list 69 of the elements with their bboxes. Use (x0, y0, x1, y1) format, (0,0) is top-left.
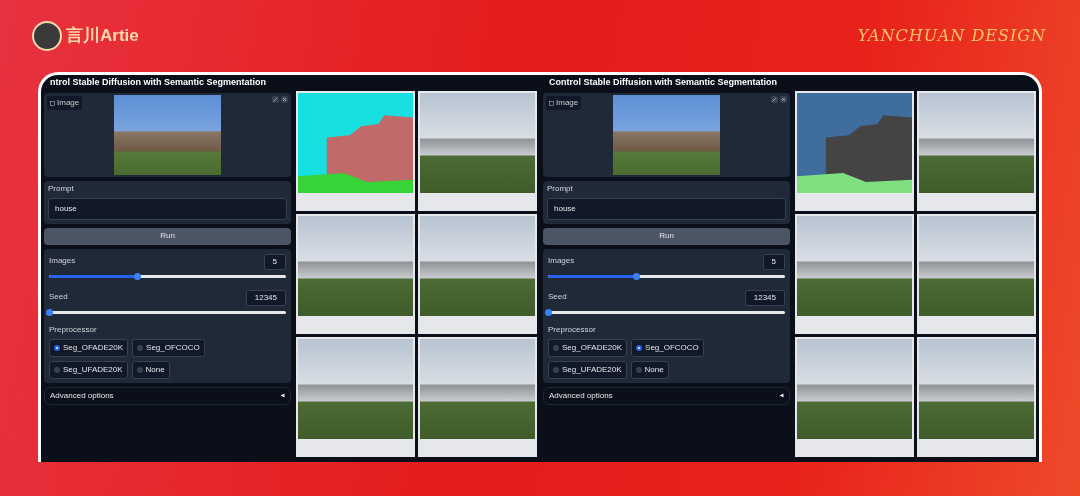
number-field[interactable]: 12345 (744, 289, 785, 306)
radio-option[interactable]: Seg_OFCOCO (132, 338, 205, 357)
radio-option[interactable]: Seg_OFADE20K (548, 338, 628, 357)
group-label: Preprocessor (548, 325, 597, 335)
image-label: Image (47, 96, 83, 110)
gallery-thumbnail[interactable] (418, 337, 537, 457)
gallery-thumbnail[interactable] (917, 91, 1036, 211)
gallery-thumbnail[interactable] (795, 91, 914, 211)
image-icon (549, 100, 554, 106)
radio-button[interactable] (137, 344, 144, 351)
number-field[interactable]: 12345 (245, 289, 286, 306)
slider-track[interactable] (548, 310, 785, 314)
radio-button[interactable] (54, 344, 60, 351)
slider-track[interactable] (548, 274, 785, 278)
number-field[interactable]: 5 (263, 253, 286, 270)
radio-button[interactable] (553, 366, 559, 373)
gallery-thumbnail[interactable] (917, 337, 1036, 457)
run-button[interactable]: Run (44, 227, 291, 245)
radio-option[interactable]: Seg_UFADE20K (49, 360, 128, 379)
edit-icon[interactable] (272, 96, 279, 103)
gallery-thumbnail[interactable] (795, 214, 914, 334)
radio-button[interactable] (635, 366, 642, 373)
slider-track[interactable] (49, 274, 286, 278)
prompt-field[interactable]: house (547, 197, 786, 220)
avatar (32, 21, 62, 51)
gallery-thumbnail[interactable] (795, 337, 914, 457)
radio-button[interactable] (136, 366, 143, 373)
triangle-icon (779, 393, 784, 399)
radio-option[interactable]: Seg_OFADE20K (49, 338, 129, 357)
gallery-thumbnail[interactable] (296, 337, 415, 457)
edit-icon[interactable] (771, 96, 778, 103)
radio-button[interactable] (54, 366, 60, 373)
gallery-thumbnail[interactable] (296, 214, 415, 334)
slider-label: Seed (49, 293, 68, 303)
close-icon[interactable] (281, 96, 288, 103)
slider-track[interactable] (49, 310, 286, 314)
slider-label: Images (49, 257, 76, 267)
slider-thumb[interactable] (46, 308, 53, 316)
slider-label: Seed (548, 293, 567, 303)
app-title: Control Stable Diffusion with Semantic Segmentation (548, 76, 778, 89)
close-icon[interactable] (780, 96, 787, 103)
gallery-thumbnail[interactable] (296, 91, 415, 211)
field-label: Prompt (48, 185, 75, 194)
app-title: ntrol Stable Diffusion with Semantic Segmentation (49, 76, 268, 89)
slider-label: Images (548, 257, 575, 267)
signature: YANCHUAN DESIGN (857, 25, 1046, 47)
field-label: Prompt (547, 185, 574, 194)
accordion-header[interactable]: Advanced options (543, 386, 790, 405)
slider-thumb[interactable] (133, 272, 141, 280)
slider-thumb[interactable] (545, 308, 552, 316)
radio-option[interactable]: None (131, 360, 170, 379)
slider-thumb[interactable] (632, 272, 640, 280)
image-label: Image (546, 96, 582, 110)
number-field[interactable]: 5 (762, 253, 785, 270)
radio-option[interactable]: None (630, 360, 669, 379)
run-button[interactable]: Run (543, 227, 790, 245)
gallery-thumbnail[interactable] (418, 91, 537, 211)
prompt-field[interactable]: house (48, 197, 287, 220)
image-icon (50, 100, 55, 106)
radio-button[interactable] (636, 344, 643, 351)
accordion-header[interactable]: Advanced options (44, 386, 291, 405)
gallery-thumbnail[interactable] (418, 214, 537, 334)
radio-option[interactable]: Seg_UFADE20K (548, 360, 627, 379)
radio-option[interactable]: Seg_OFCOCO (631, 338, 704, 357)
gallery-thumbnail[interactable] (917, 214, 1036, 334)
group-label: Preprocessor (49, 325, 98, 335)
triangle-icon (280, 393, 285, 399)
brand-name: 言川Artie (66, 25, 139, 48)
radio-button[interactable] (553, 344, 559, 351)
